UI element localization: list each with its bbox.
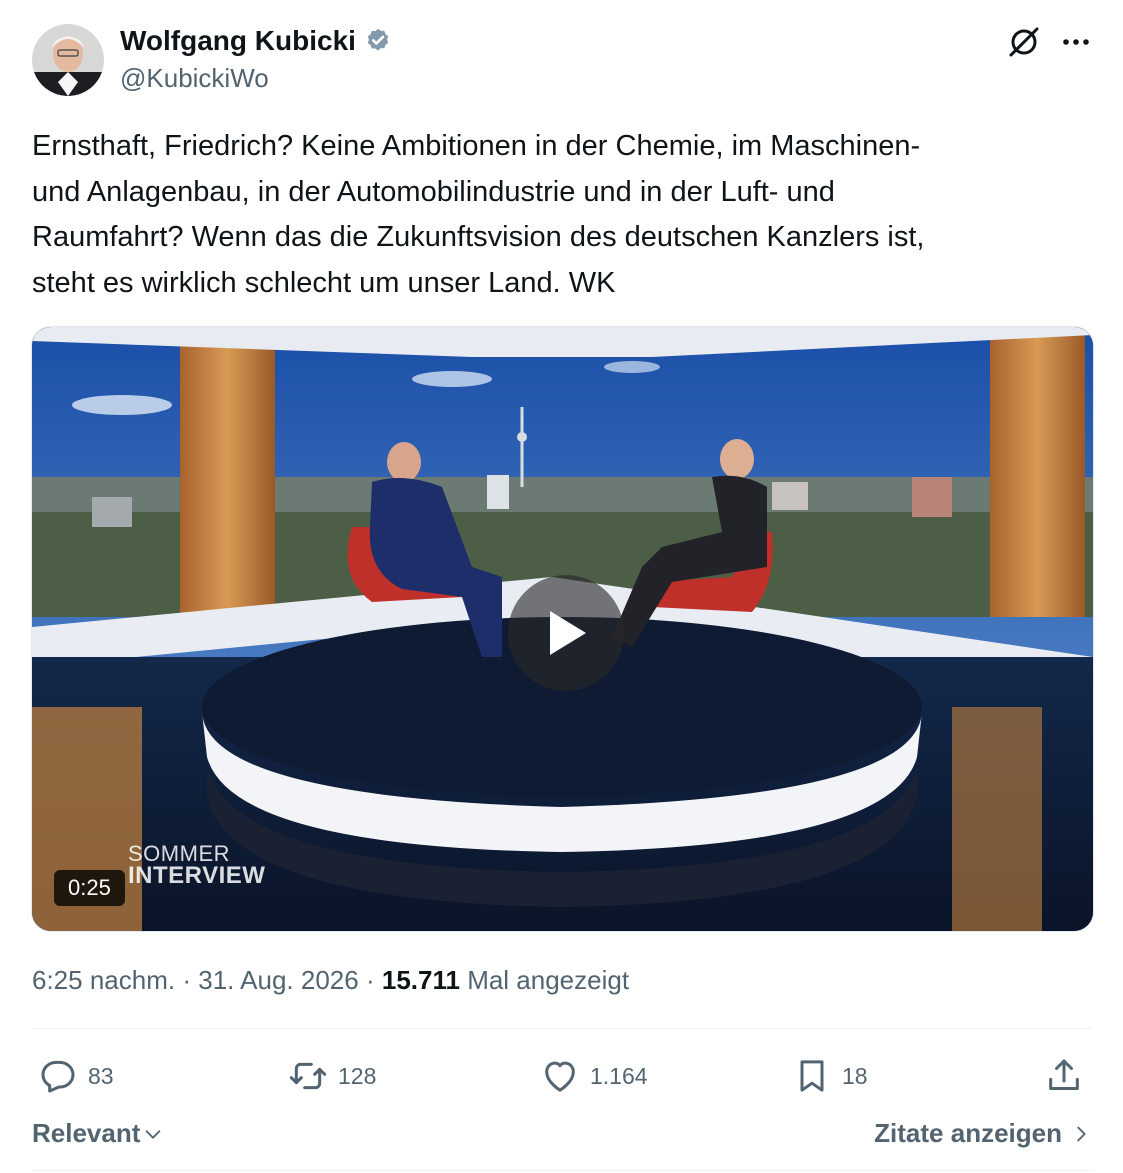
action-bar: 83 128 1.164 18 — [32, 1052, 1092, 1100]
reply-sort-row: Relevant Zitate anzeigen — [32, 1116, 1092, 1156]
repost-count: 128 — [338, 1062, 377, 1089]
view-quotes-label: Zitate anzeigen — [874, 1118, 1062, 1148]
chevron-down-icon — [146, 1129, 161, 1139]
video-duration: 0:25 — [54, 870, 125, 906]
bookmark-button[interactable]: 18 — [792, 1052, 868, 1100]
views-label: Mal angezeigt — [467, 965, 630, 995]
broadcast-logo: SOMMER INTERVIEW — [128, 843, 266, 889]
like-button[interactable]: 1.164 — [540, 1052, 648, 1100]
sort-dropdown[interactable]: Relevant — [32, 1118, 164, 1149]
author-name-row[interactable]: Wolfgang Kubicki — [120, 24, 392, 58]
repost-icon — [289, 1062, 327, 1090]
heart-icon — [545, 1061, 575, 1092]
meta-separator: · — [182, 965, 191, 995]
tweet-meta: 6:25 nachm. · 31. Aug. 2026 · 15.711 Mal… — [32, 962, 629, 998]
views-count: 15.711 — [381, 965, 460, 995]
view-quotes-link[interactable]: Zitate anzeigen — [874, 1118, 1092, 1149]
logo-line-2: INTERVIEW — [128, 862, 266, 889]
video-player[interactable]: SOMMER INTERVIEW 0:25 — [31, 326, 1094, 932]
bookmark-count: 18 — [842, 1062, 868, 1089]
tweet-date[interactable]: 31. Aug. 2026 — [198, 965, 358, 995]
sort-label: Relevant — [32, 1118, 141, 1148]
reply-count: 83 — [88, 1062, 114, 1089]
tweet-text: Ernsthaft, Friedrich? Keine Ambitionen i… — [32, 130, 925, 299]
repost-button[interactable]: 128 — [288, 1052, 376, 1100]
bookmark-icon — [800, 1060, 824, 1092]
grok-icon[interactable] — [1006, 24, 1042, 60]
meta-separator: · — [365, 965, 375, 995]
divider — [32, 1028, 1092, 1029]
more-dots-icon[interactable] — [1056, 28, 1096, 56]
reply-icon — [41, 1060, 75, 1093]
reply-button[interactable]: 83 — [38, 1052, 114, 1100]
author-handle[interactable]: @KubickiWo — [120, 62, 269, 94]
avatar[interactable] — [32, 24, 104, 96]
play-button[interactable] — [508, 575, 624, 691]
chevron-right-icon — [1077, 1126, 1086, 1141]
share-button[interactable] — [1044, 1052, 1084, 1100]
verified-badge-icon — [364, 27, 392, 55]
like-count: 1.164 — [590, 1062, 648, 1089]
author-name[interactable]: Wolfgang Kubicki — [120, 24, 356, 58]
divider — [32, 1170, 1092, 1171]
tweet-time[interactable]: 6:25 nachm. — [32, 965, 175, 995]
play-icon — [550, 611, 586, 655]
share-icon — [1049, 1059, 1079, 1090]
